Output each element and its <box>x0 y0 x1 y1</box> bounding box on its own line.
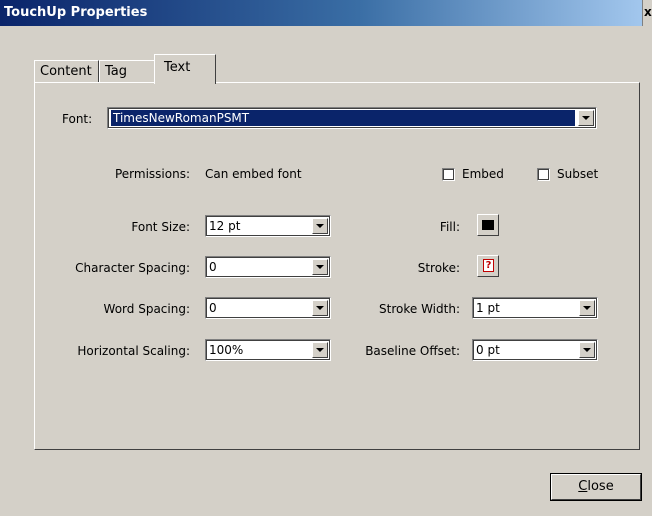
fill-color-button[interactable] <box>477 214 499 236</box>
font-size-value: 12 pt <box>209 219 241 233</box>
font-size-label: Font Size: <box>131 220 190 234</box>
embed-label: Embed <box>462 167 504 181</box>
fill-label: Fill: <box>439 220 460 234</box>
horizontal-scaling-value: 100% <box>209 343 244 357</box>
stroke-width-select[interactable]: 1 pt <box>472 297 598 319</box>
font-value: TimesNewRomanPSMT <box>111 110 575 126</box>
stroke-label: Stroke: <box>417 261 460 275</box>
chevron-down-icon[interactable] <box>579 342 595 358</box>
character-spacing-value: 0 <box>209 260 217 274</box>
permissions-value: Can embed font <box>205 167 302 181</box>
horizontal-scaling-select[interactable]: 100% <box>205 339 331 361</box>
font-select[interactable]: TimesNewRomanPSMT <box>107 107 597 129</box>
fill-swatch <box>482 220 494 230</box>
chevron-down-icon[interactable] <box>312 300 328 316</box>
character-spacing-label: Character Spacing: <box>75 261 190 275</box>
window-close-button[interactable]: x <box>642 0 652 26</box>
baseline-offset-value: 0 pt <box>476 343 500 357</box>
embed-checkbox[interactable] <box>442 168 455 181</box>
chevron-down-icon[interactable] <box>579 300 595 316</box>
chevron-down-icon[interactable] <box>312 218 328 234</box>
chevron-down-icon[interactable] <box>312 342 328 358</box>
font-label: Font: <box>62 112 93 126</box>
chevron-down-icon[interactable] <box>312 259 328 275</box>
subset-checkbox[interactable] <box>537 168 550 181</box>
close-button-label: lose <box>587 479 614 494</box>
close-button[interactable]: Close <box>550 473 642 501</box>
stroke-width-value: 1 pt <box>476 301 500 315</box>
stroke-width-label: Stroke Width: <box>379 302 460 316</box>
word-spacing-select[interactable]: 0 <box>205 297 331 319</box>
stroke-color-button[interactable]: ? <box>477 255 499 277</box>
chevron-down-icon[interactable] <box>578 110 594 126</box>
tab-content-label: Content <box>40 64 92 79</box>
tab-text[interactable]: Text <box>154 54 216 84</box>
tab-text-label: Text <box>164 60 191 75</box>
baseline-offset-select[interactable]: 0 pt <box>472 339 598 361</box>
subset-label: Subset <box>557 167 599 181</box>
horizontal-scaling-label: Horizontal Scaling: <box>77 344 190 358</box>
word-spacing-label: Word Spacing: <box>103 302 190 316</box>
title-bar: TouchUp Properties x <box>0 0 652 26</box>
window-title: TouchUp Properties <box>4 5 148 20</box>
baseline-offset-label: Baseline Offset: <box>365 344 460 358</box>
tab-tag-label: Tag <box>105 64 128 79</box>
word-spacing-value: 0 <box>209 301 217 315</box>
close-button-mnemonic: C <box>578 479 588 494</box>
character-spacing-select[interactable]: 0 <box>205 256 331 278</box>
tab-content[interactable]: Content <box>34 60 99 83</box>
permissions-label: Permissions: <box>114 167 190 181</box>
no-color-icon: ? <box>483 259 494 272</box>
tab-tag[interactable]: Tag <box>99 60 157 83</box>
font-size-select[interactable]: 12 pt <box>205 215 331 237</box>
